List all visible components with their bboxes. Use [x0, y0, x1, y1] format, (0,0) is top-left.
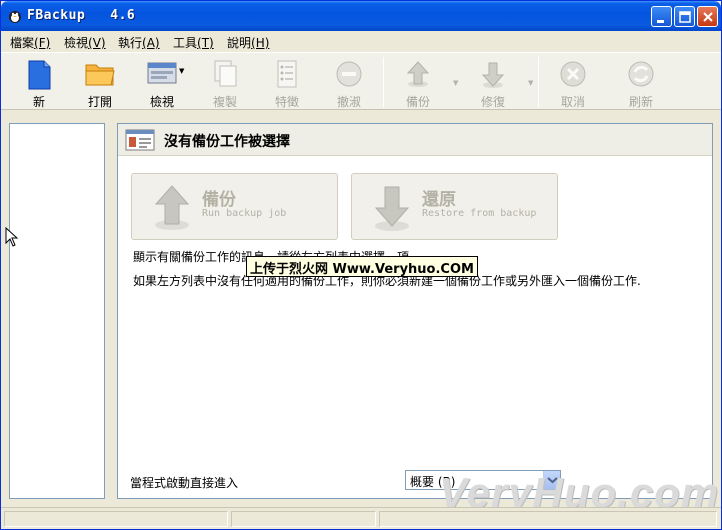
- menu-tools[interactable]: 工具(T): [173, 34, 214, 51]
- refresh-button[interactable]: 刷新: [610, 55, 672, 109]
- cancel-button[interactable]: 取消: [542, 55, 604, 109]
- view-button[interactable]: ▼ 檢視: [131, 55, 193, 109]
- chevron-down-icon[interactable]: ▼: [453, 79, 458, 87]
- menu-file[interactable]: 檔案(F): [10, 34, 50, 51]
- status-cell: [4, 511, 228, 527]
- arrow-up-icon: [154, 185, 190, 230]
- run-backup-button[interactable]: 備份 Run backup job: [131, 173, 338, 240]
- mouse-cursor-icon: [5, 227, 19, 247]
- open-button[interactable]: 打開: [69, 55, 131, 109]
- arrow-down-icon: [374, 186, 410, 231]
- view-window-icon: [147, 62, 177, 84]
- remove-icon: [336, 61, 362, 87]
- new-button[interactable]: 新: [8, 55, 70, 109]
- app-window: FBackup 4.6 檔案(F) 檢視(V) 執行(A) 工具(T) 說明(H…: [0, 0, 722, 530]
- main-panel: 沒有備份工作被選擇 備份 Run backup job 還原 Restore f…: [117, 123, 713, 499]
- arrow-up-icon: [406, 61, 430, 87]
- chevron-down-icon[interactable]: ▼: [528, 79, 533, 87]
- title-bar[interactable]: FBackup 4.6: [1, 1, 721, 31]
- status-cell: [231, 511, 376, 527]
- upload-watermark: 上传于烈火网 Www.Veryhuo.COM: [246, 256, 478, 277]
- panel-header: 沒有備份工作被選擇: [118, 124, 712, 156]
- properties-icon: [277, 60, 297, 88]
- startup-view-label: 當程式啟動直接進入: [130, 476, 239, 490]
- restore-button[interactable]: ▼ 修復: [462, 55, 533, 109]
- status-bar: [1, 507, 721, 529]
- maximize-button[interactable]: [674, 6, 695, 27]
- job-summary-icon: [125, 129, 155, 151]
- refresh-icon: [628, 61, 654, 87]
- window-title: FBackup 4.6: [27, 8, 136, 23]
- toolbar-separator: [383, 57, 384, 107]
- menu-run[interactable]: 執行(A): [118, 34, 160, 51]
- restore-backup-button[interactable]: 還原 Restore from backup: [351, 173, 558, 240]
- folder-icon: [85, 64, 115, 86]
- toolbar-separator: [538, 57, 539, 107]
- page-title: 沒有備份工作被選擇: [164, 134, 290, 150]
- chevron-down-icon[interactable]: ▼: [179, 67, 184, 75]
- app-icon: [9, 11, 21, 23]
- cancel-icon: [560, 61, 586, 87]
- close-button[interactable]: [697, 6, 718, 27]
- menu-view[interactable]: 檢視(V): [64, 34, 106, 51]
- menu-help[interactable]: 說明(H): [227, 34, 269, 51]
- properties-button[interactable]: 特徵: [256, 55, 318, 109]
- copy-icon: [214, 60, 237, 87]
- minimize-button[interactable]: [651, 6, 672, 27]
- menu-bar: 檔案(F) 檢視(V) 執行(A) 工具(T) 說明(H): [1, 31, 721, 51]
- backup-button[interactable]: ▼ 備份: [387, 55, 458, 109]
- remove-button[interactable]: 撤淑: [318, 55, 380, 109]
- new-document-icon: [28, 60, 51, 90]
- backup-job-list[interactable]: [9, 123, 105, 499]
- copy-button[interactable]: 複製: [194, 55, 256, 109]
- arrow-down-icon: [481, 62, 505, 88]
- status-cell: [379, 511, 717, 527]
- toolbar: 新 打開 ▼ 檢視 複製 特徵 撤淑 ▼ 備份 ▼ 修復 取消 刷新: [1, 52, 721, 110]
